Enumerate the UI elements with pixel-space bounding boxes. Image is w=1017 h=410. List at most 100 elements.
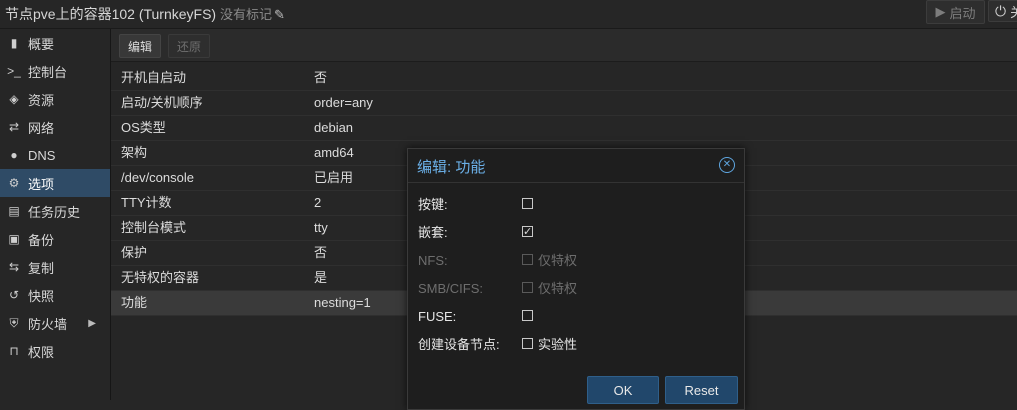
edit-features-dialog: 编辑: 功能 ✕ 按键: 嵌套: NFS: 仅特权 SMB/CIFS: 仅特权 … [407, 148, 745, 410]
tags-text: 没有标记 [220, 7, 273, 22]
option-key: 保护 [121, 245, 148, 260]
field-fuse: FUSE: [418, 307, 738, 327]
option-key: TTY计数 [121, 195, 172, 210]
table-row[interactable]: 开机自启动 否 [111, 66, 1017, 91]
revert-button[interactable]: 还原 [168, 34, 210, 58]
option-value: 否 [314, 70, 328, 85]
start-button[interactable]: ▶ 启动 [926, 0, 985, 24]
sidebar-item-firewall[interactable]: ⛨ 防火墙 ▶ [0, 309, 110, 337]
option-key: 启动/关机顺序 [121, 95, 203, 110]
option-value: nesting=1 [314, 295, 371, 310]
mknod-checkbox[interactable] [522, 338, 533, 349]
sidebar-item-label: 快照 [28, 288, 55, 304]
option-key: 控制台模式 [121, 220, 187, 235]
option-key: 开机自启动 [121, 70, 187, 85]
sidebar-item-console[interactable]: >_ 控制台 [0, 57, 110, 85]
sidebar-item-dns[interactable]: ● DNS [0, 141, 110, 169]
nfs-checkbox[interactable] [522, 254, 533, 265]
retweet-icon: ⇆ [8, 260, 20, 274]
dialog-footer: OK Reset [408, 374, 744, 409]
sidebar-item-label: 任务历史 [28, 204, 81, 220]
cube-icon: ◈ [9, 92, 19, 106]
option-value: 是 [314, 270, 328, 285]
option-key: OS类型 [121, 120, 166, 135]
list-icon: ▤ [8, 204, 20, 218]
sidebar: ▮ 概要 >_ 控制台 ◈ 资源 ⇄ 网络 ● DNS ⚙ 选项 ▤ 任务历史 ▣ 备份 ⇆ 复制… [0, 29, 111, 400]
sidebar-item-resources[interactable]: ◈ 资源 [0, 85, 110, 113]
dialog-title: 编辑: 功能 [417, 159, 486, 176]
shield-icon: ⛨ [9, 315, 19, 330]
option-value: 否 [314, 245, 328, 260]
sidebar-item-task-history[interactable]: ▤ 任务历史 [0, 197, 110, 225]
checkbox-label: 仅特权 [538, 281, 578, 296]
edit-button[interactable]: 编辑 [119, 34, 161, 58]
sidebar-item-options[interactable]: ⚙ 选项 [0, 169, 110, 197]
sidebar-item-permissions[interactable]: ⊓ 权限 [0, 337, 110, 365]
sidebar-item-label: 复制 [28, 260, 55, 276]
play-icon: ▶ [935, 4, 946, 19]
top-bar: 节点pve上的容器102 (TurnkeyFS) 没有标记 ✎ ▶ 启动 ⏻ 关 [0, 0, 1017, 29]
field-label: 创建设备节点: [418, 337, 500, 352]
sidebar-item-network[interactable]: ⇄ 网络 [0, 113, 110, 141]
sidebar-item-label: 概要 [28, 36, 55, 52]
sidebar-item-label: 控制台 [28, 64, 68, 80]
field-label: 按键: [418, 197, 448, 212]
field-label: 嵌套: [418, 225, 448, 240]
option-key: 无特权的容器 [121, 270, 200, 285]
sidebar-item-backup[interactable]: ▣ 备份 [0, 225, 110, 253]
globe-icon: ● [10, 148, 18, 162]
field-nesting: 嵌套: [418, 222, 738, 243]
option-value: tty [314, 220, 328, 235]
sidebar-item-label: 权限 [28, 344, 55, 360]
history-icon: ↺ [8, 288, 20, 302]
field-keyctl: 按键: [418, 195, 738, 215]
close-icon[interactable]: ✕ [719, 157, 735, 173]
nesting-checkbox[interactable] [522, 222, 533, 242]
dialog-header: 编辑: 功能 ✕ [408, 149, 744, 183]
sidebar-item-replication[interactable]: ⇆ 复制 [0, 253, 110, 281]
table-row[interactable]: 启动/关机顺序 order=any [111, 91, 1017, 116]
shutdown-button[interactable]: ⏻ 关 [988, 0, 1017, 22]
smb-cifs-checkbox[interactable] [522, 282, 533, 293]
fuse-checkbox[interactable] [522, 310, 533, 321]
field-mknod: 创建设备节点: 实验性 [418, 335, 738, 355]
field-label: NFS: [418, 253, 448, 268]
sidebar-item-snapshots[interactable]: ↺ 快照 [0, 281, 110, 309]
option-key: 功能 [121, 295, 148, 310]
field-nfs: NFS: 仅特权 [418, 251, 738, 271]
keyctl-checkbox[interactable] [522, 198, 533, 209]
option-key: /dev/console [121, 170, 194, 185]
sidebar-item-label: 防火墙 [28, 316, 68, 332]
checkbox-label: 实验性 [538, 337, 578, 352]
table-row[interactable]: OS类型 debian [111, 116, 1017, 141]
checkbox-label: 仅特权 [538, 253, 578, 268]
expand-arrow-icon[interactable]: ▶ [88, 318, 96, 329]
tags-label[interactable]: 没有标记 ✎ [220, 4, 285, 23]
option-key: 架构 [121, 145, 148, 160]
book-icon: ▮ [10, 36, 18, 50]
shutdown-button-label: 关 [1010, 4, 1017, 20]
sidebar-item-label: 选项 [28, 176, 55, 192]
exchange-icon: ⇄ [8, 120, 20, 134]
unlock-icon: ⊓ [9, 344, 19, 358]
toolbar: 编辑 还原 [111, 29, 1017, 62]
option-value: 2 [314, 195, 322, 210]
field-label: SMB/CIFS: [418, 281, 484, 296]
terminal-icon: >_ [7, 64, 21, 78]
sidebar-item-label: DNS [28, 147, 56, 163]
option-value: order=any [314, 95, 373, 110]
start-button-label: 启动 [949, 5, 976, 21]
option-value: amd64 [314, 145, 354, 160]
sidebar-item-label: 网络 [28, 120, 55, 136]
sidebar-item-label: 资源 [28, 92, 55, 108]
page-title: 节点pve上的容器102 (TurnkeyFS) [5, 6, 217, 22]
gear-icon: ⚙ [8, 176, 20, 190]
field-smb-cifs: SMB/CIFS: 仅特权 [418, 279, 738, 299]
sidebar-item-label: 备份 [28, 232, 55, 248]
field-label: FUSE: [418, 309, 457, 324]
floppy-icon: ▣ [8, 232, 20, 246]
pencil-icon[interactable]: ✎ [274, 7, 285, 22]
sidebar-item-summary[interactable]: ▮ 概要 [0, 29, 110, 57]
power-icon: ⏻ [995, 2, 1007, 19]
option-value: debian [314, 120, 354, 135]
